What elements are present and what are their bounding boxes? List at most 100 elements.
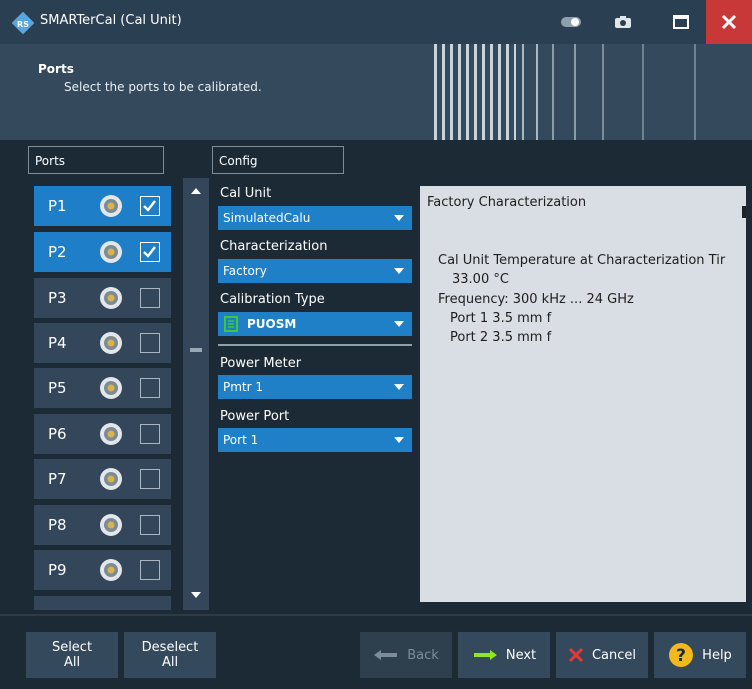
connector-icon (100, 195, 122, 217)
port-row[interactable]: P3 (34, 278, 171, 318)
toggle-button[interactable] (548, 0, 594, 44)
port-checkbox[interactable] (140, 333, 160, 353)
chevron-down-icon (394, 215, 404, 221)
help-label: Help (702, 647, 732, 663)
cal-unit-value: SimulatedCalu (223, 211, 311, 225)
port-row[interactable]: P7 (34, 459, 171, 499)
info-frequency: Frequency: 300 kHz ... 24 GHz (438, 292, 634, 307)
ports-scrollbar[interactable] (183, 178, 209, 610)
connector-icon (100, 287, 122, 309)
next-label: Next (505, 647, 537, 663)
port-checkbox[interactable] (140, 560, 160, 580)
power-port-label: Power Port (220, 409, 290, 424)
calibration-type-dropdown[interactable]: PUOSM (218, 312, 412, 336)
info-scroll-marker (742, 206, 746, 218)
page-title: Ports (38, 62, 74, 76)
back-button[interactable]: Back (360, 632, 452, 678)
scroll-up-icon[interactable] (190, 187, 202, 195)
port-checkbox[interactable] (140, 515, 160, 535)
connector-icon (100, 377, 122, 399)
cancel-label: Cancel (591, 647, 637, 663)
port-row[interactable]: P8 (34, 505, 171, 545)
deselect-all-line1: Deselect (141, 640, 199, 655)
connector-icon (100, 514, 122, 536)
cal-unit-dropdown[interactable]: SimulatedCalu (218, 206, 412, 230)
port-label: P2 (48, 243, 67, 261)
characterization-value: Factory (223, 264, 267, 278)
chevron-down-icon (394, 321, 404, 327)
info-title: Factory Characterization (427, 195, 587, 210)
x-icon (568, 647, 584, 663)
port-checkbox[interactable] (140, 196, 160, 216)
cancel-button[interactable]: Cancel (556, 632, 648, 678)
power-port-dropdown[interactable]: Port 1 (218, 428, 412, 452)
connector-icon (100, 559, 122, 581)
calibration-type-icon (224, 316, 238, 332)
config-divider (218, 344, 412, 346)
port-label: P9 (48, 561, 67, 579)
info-temperature-value: 33.00 °C (452, 272, 509, 287)
port-row[interactable]: P5 (34, 368, 171, 408)
svg-text:?: ? (676, 646, 686, 666)
screenshot-button[interactable] (600, 0, 646, 44)
connector-icon (100, 241, 122, 263)
characterization-dropdown[interactable]: Factory (218, 259, 412, 283)
next-button[interactable]: Next (458, 632, 550, 678)
power-meter-label: Power Meter (220, 356, 302, 371)
header-decoration (432, 44, 752, 140)
info-temperature-label: Cal Unit Temperature at Characterization… (438, 253, 726, 268)
chevron-down-icon (394, 384, 404, 390)
config-panel: Cal Unit SimulatedCalu Characterization … (214, 178, 416, 610)
select-all-button[interactable]: Select All (26, 632, 118, 678)
select-all-line1: Select (51, 640, 93, 655)
toggle-icon (561, 17, 581, 27)
power-meter-value: Pmtr 1 (223, 380, 264, 394)
port-row[interactable]: P6 (34, 414, 171, 454)
svg-text:RS: RS (17, 20, 29, 29)
port-label: P7 (48, 470, 67, 488)
maximize-icon (673, 15, 689, 29)
connector-icon (100, 423, 122, 445)
ports-heading: Ports (28, 146, 164, 174)
config-heading: Config (212, 146, 344, 174)
checkbox-check-icon (143, 246, 156, 258)
port-checkbox[interactable] (140, 469, 160, 489)
left-arrow-icon (374, 650, 398, 660)
port-row[interactable]: P2 (34, 232, 171, 272)
info-port-2: Port 2 3.5 mm f (450, 330, 552, 345)
app-logo-icon: RS (12, 12, 34, 34)
select-all-line2: All (63, 655, 81, 670)
right-arrow-icon (473, 650, 497, 660)
deselect-all-line2: All (161, 655, 179, 670)
scroll-down-icon[interactable] (190, 591, 202, 599)
camera-icon (615, 16, 631, 28)
port-row[interactable]: P9 (34, 550, 171, 590)
title-bar: RS SMARTerCal (Cal Unit) (0, 0, 752, 44)
info-port-1: Port 1 3.5 mm f (450, 311, 552, 326)
port-checkbox[interactable] (140, 424, 160, 444)
port-row[interactable]: P1 (34, 186, 171, 226)
power-meter-dropdown[interactable]: Pmtr 1 (218, 375, 412, 399)
port-checkbox[interactable] (140, 378, 160, 398)
close-button[interactable] (706, 0, 752, 44)
scroll-thumb[interactable] (190, 348, 202, 352)
port-label: P3 (48, 289, 67, 307)
maximize-button[interactable] (658, 0, 704, 44)
connector-icon (100, 468, 122, 490)
connector-icon (100, 332, 122, 354)
window-title: SMARTerCal (Cal Unit) (40, 13, 182, 28)
help-button[interactable]: ? Help (654, 632, 746, 678)
deselect-all-button[interactable]: Deselect All (124, 632, 216, 678)
calibration-type-value: PUOSM (247, 317, 297, 331)
port-checkbox[interactable] (140, 288, 160, 308)
port-label: P4 (48, 334, 67, 352)
calibration-type-label: Calibration Type (220, 292, 325, 307)
chevron-down-icon (394, 437, 404, 443)
port-checkbox[interactable] (140, 242, 160, 262)
port-label: P5 (48, 379, 67, 397)
port-row[interactable]: P4 (34, 323, 171, 363)
port-label: P1 (48, 197, 67, 215)
ports-list: P1 P2 P3 P4 P5 P6 P7 P8 P9 (28, 178, 181, 610)
back-label: Back (407, 647, 439, 663)
port-row-partial[interactable] (34, 596, 171, 610)
